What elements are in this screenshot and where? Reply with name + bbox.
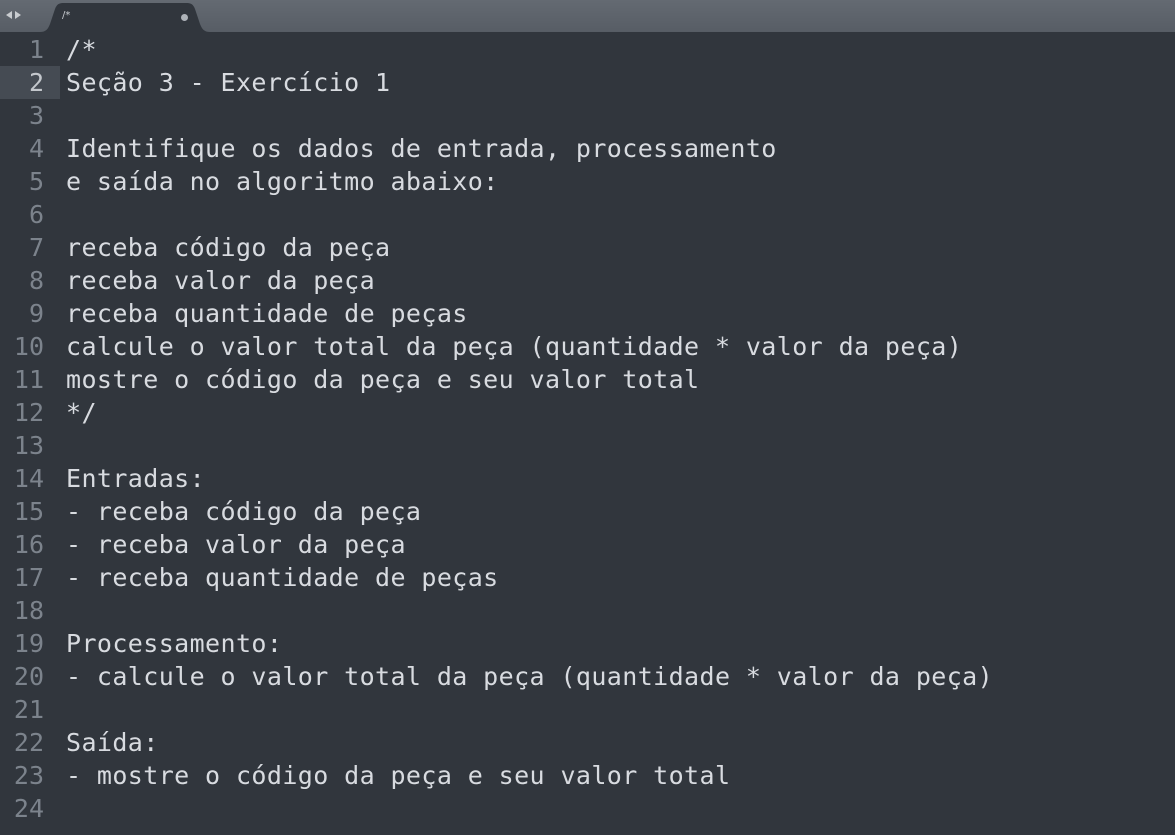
line-text[interactable]: - receba quantidade de peças [66, 561, 499, 594]
line-text[interactable]: */ [66, 396, 97, 429]
line-number: 17 [13, 563, 44, 592]
code-line[interactable]: 18 [0, 594, 1175, 627]
line-number: 6 [28, 200, 44, 229]
line-number: 4 [28, 134, 44, 163]
code-line[interactable]: 8 receba valor da peça [0, 264, 1175, 297]
tab-active-file[interactable]: /* [40, 3, 210, 32]
line-number: 8 [28, 266, 44, 295]
code-line[interactable]: 12 */ [0, 396, 1175, 429]
code-line[interactable]: 7 receba código da peça [0, 231, 1175, 264]
code-line[interactable]: 9 receba quantidade de peças [0, 297, 1175, 330]
line-text[interactable]: receba valor da peça [66, 264, 375, 297]
arrow-left-icon[interactable] [6, 11, 12, 19]
line-text[interactable]: - calcule o valor total da peça (quantid… [66, 660, 993, 693]
line-text[interactable]: e saída no algoritmo abaixo: [66, 165, 499, 198]
code-line[interactable]: 6 [0, 198, 1175, 231]
line-text[interactable]: Saída: [66, 726, 159, 759]
code-line[interactable]: 15 - receba código da peça [0, 495, 1175, 528]
code-line[interactable]: 21 [0, 693, 1175, 726]
line-number: 18 [13, 596, 44, 625]
arrow-right-icon[interactable] [15, 11, 21, 19]
code-line[interactable]: 16 - receba valor da peça [0, 528, 1175, 561]
line-text[interactable]: receba quantidade de peças [66, 297, 468, 330]
line-number: 5 [28, 167, 44, 196]
line-text[interactable]: Identifique os dados de entrada, process… [66, 132, 777, 165]
code-line[interactable]: 24 [0, 792, 1175, 825]
line-text[interactable]: /* [66, 33, 97, 66]
code-line[interactable]: 11 mostre o código da peça e seu valor to… [0, 363, 1175, 396]
code-line[interactable]: 23 - mostre o código da peça e seu valor … [0, 759, 1175, 792]
line-text[interactable]: mostre o código da peça e seu valor tota… [66, 363, 700, 396]
line-number: 20 [13, 662, 44, 691]
line-number: 23 [13, 761, 44, 790]
tab-navigation [6, 8, 21, 22]
code-line[interactable]: 20 - calcule o valor total da peça (quant… [0, 660, 1175, 693]
line-text[interactable]: Entradas: [66, 462, 205, 495]
line-number: 10 [13, 332, 44, 361]
line-text[interactable]: Processamento: [66, 627, 282, 660]
line-number: 24 [13, 794, 44, 823]
code-line[interactable]: 3 [0, 99, 1175, 132]
line-number: 16 [13, 530, 44, 559]
line-text[interactable]: - mostre o código da peça e seu valor to… [66, 759, 730, 792]
line-text[interactable]: receba código da peça [66, 231, 390, 264]
line-number: 22 [13, 728, 44, 757]
line-number: 21 [13, 695, 44, 724]
line-number: 15 [13, 497, 44, 526]
line-number: 13 [13, 431, 44, 460]
unsaved-dot-icon[interactable] [181, 14, 188, 21]
line-number: 1 [28, 35, 44, 64]
code-line[interactable]: 10 calcule o valor total da peça (quantid… [0, 330, 1175, 363]
code-line[interactable]: 1 /* [0, 33, 1175, 66]
code-line[interactable]: 2 Seção 3 - Exercício 1 [0, 66, 1175, 99]
line-number: 7 [28, 233, 44, 262]
line-number: 14 [13, 464, 44, 493]
code-line[interactable]: 5 e saída no algoritmo abaixo: [0, 165, 1175, 198]
line-number: 19 [13, 629, 44, 658]
tab-title: /* [62, 10, 71, 21]
tab-bar: /* [0, 0, 1175, 32]
line-number: 11 [13, 365, 44, 394]
line-text[interactable]: - receba código da peça [66, 495, 421, 528]
line-number: 12 [13, 398, 44, 427]
code-line[interactable]: 19 Processamento: [0, 627, 1175, 660]
line-text[interactable]: calcule o valor total da peça (quantidad… [66, 330, 962, 363]
line-number: 9 [28, 299, 44, 328]
code-line[interactable]: 4 Identifique os dados de entrada, proces… [0, 132, 1175, 165]
line-number: 3 [28, 101, 44, 130]
code-line[interactable]: 17 - receba quantidade de peças [0, 561, 1175, 594]
editor-window: /* 1/* 2 Seção 3 - Exercício 1 3 4 Identifiqu… [0, 0, 1175, 835]
line-text[interactable]: Seção 3 - Exercício 1 [66, 66, 390, 99]
code-line[interactable]: 14 Entradas: [0, 462, 1175, 495]
line-text[interactable]: - receba valor da peça [66, 528, 406, 561]
code-line[interactable]: 13 [0, 429, 1175, 462]
code-editor[interactable]: 1/* 2 Seção 3 - Exercício 1 3 4 Identifique o… [0, 32, 1175, 835]
line-number: 2 [0, 66, 60, 99]
code-line[interactable]: 22 Saída: [0, 726, 1175, 759]
